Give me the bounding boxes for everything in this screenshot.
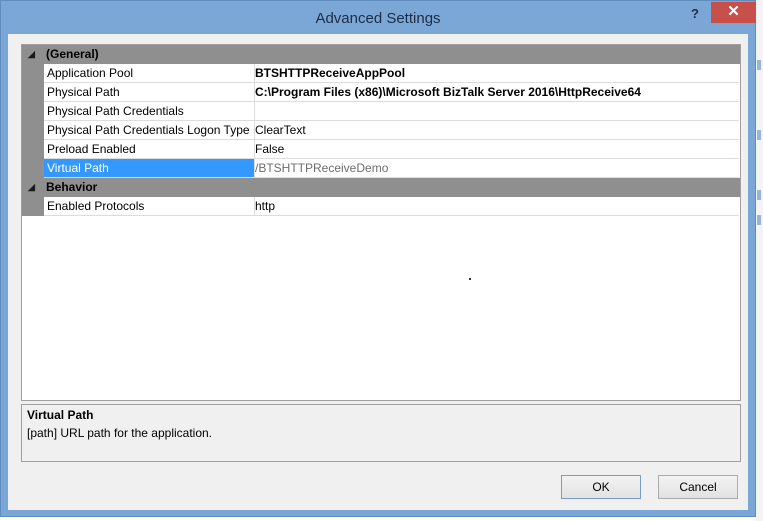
ok-button[interactable]: OK <box>561 475 641 499</box>
background-fragment <box>757 215 761 225</box>
help-button[interactable]: ? <box>685 5 705 23</box>
stray-dot <box>469 278 471 280</box>
property-row-preload-enabled[interactable]: Preload Enabled False <box>22 140 740 159</box>
row-gutter <box>22 102 44 121</box>
background-window-edge <box>755 0 763 521</box>
property-value[interactable]: ClearText <box>252 121 739 140</box>
row-gutter <box>22 197 44 216</box>
background-fragment <box>757 60 761 70</box>
dialog-body: ◢ (General) Application Pool BTSHTTPRece… <box>8 34 748 510</box>
category-general-header[interactable]: ◢ (General) <box>22 45 740 64</box>
property-name[interactable]: Physical Path <box>44 83 255 102</box>
row-gutter <box>22 64 44 83</box>
category-behavior-header[interactable]: ◢ Behavior <box>22 178 740 197</box>
property-value[interactable]: http <box>252 197 739 216</box>
row-gutter <box>22 83 44 102</box>
collapse-triangle-icon[interactable]: ◢ <box>28 45 40 63</box>
property-row-virtual-path[interactable]: Virtual Path /BTSHTTPReceiveDemo <box>22 159 740 178</box>
description-text: [path] URL path for the application. <box>27 426 213 440</box>
category-label: Behavior <box>46 180 98 194</box>
property-row-physical-path-credentials[interactable]: Physical Path Credentials <box>22 102 740 121</box>
background-fragment <box>757 130 761 140</box>
cancel-button[interactable]: Cancel <box>658 475 738 499</box>
description-title: Virtual Path <box>27 408 94 422</box>
title-bar[interactable]: Advanced Settings ? ✕ <box>1 1 756 35</box>
property-value[interactable] <box>252 102 739 121</box>
property-value[interactable]: BTSHTTPReceiveAppPool <box>252 64 739 83</box>
property-row-logon-type[interactable]: Physical Path Credentials Logon Type Cle… <box>22 121 740 140</box>
property-name[interactable]: Preload Enabled <box>44 140 255 159</box>
property-name[interactable]: Physical Path Credentials <box>44 102 255 121</box>
row-gutter <box>22 140 44 159</box>
dialog-title: Advanced Settings <box>315 10 441 27</box>
property-name[interactable]: Application Pool <box>44 64 255 83</box>
collapse-triangle-icon[interactable]: ◢ <box>28 178 40 196</box>
advanced-settings-dialog: Advanced Settings ? ✕ ◢ (General) Applic… <box>0 0 756 517</box>
property-value[interactable]: /BTSHTTPReceiveDemo <box>252 159 739 178</box>
property-name[interactable]: Physical Path Credentials Logon Type <box>44 121 255 140</box>
row-gutter <box>22 121 44 140</box>
row-gutter <box>22 159 44 178</box>
close-button[interactable]: ✕ <box>711 2 756 23</box>
property-name[interactable]: Enabled Protocols <box>44 197 255 216</box>
property-row-application-pool[interactable]: Application Pool BTSHTTPReceiveAppPool <box>22 64 740 83</box>
property-value[interactable]: C:\Program Files (x86)\Microsoft BizTalk… <box>252 83 739 102</box>
category-label: (General) <box>46 47 99 61</box>
property-row-enabled-protocols[interactable]: Enabled Protocols http <box>22 197 740 216</box>
property-grid[interactable]: ◢ (General) Application Pool BTSHTTPRece… <box>21 44 741 401</box>
property-value[interactable]: False <box>252 140 739 159</box>
property-row-physical-path[interactable]: Physical Path C:\Program Files (x86)\Mic… <box>22 83 740 102</box>
property-name[interactable]: Virtual Path <box>44 159 255 178</box>
description-panel: Virtual Path [path] URL path for the app… <box>21 404 741 462</box>
background-fragment <box>757 190 761 200</box>
